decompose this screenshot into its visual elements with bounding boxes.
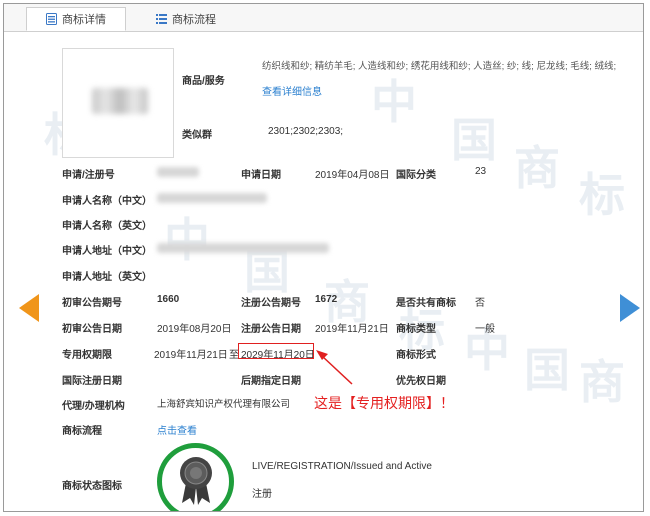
later-date-label: 后期指定日期 (241, 376, 301, 387)
mark-form-label: 商标形式 (396, 350, 436, 361)
reg-pub-date-label: 注册公告日期 (241, 324, 301, 335)
annotation-text: 这是【专用权期限】！ (314, 396, 454, 412)
status-text-cn: 注册 (252, 489, 272, 500)
process-label: 商标流程 (62, 426, 102, 437)
watermark-char: 商 (514, 141, 560, 195)
trademark-image-blurred (92, 88, 148, 114)
goods-detail-link[interactable]: 查看详细信息 (262, 83, 322, 98)
agent-value: 上海舒宾知识产权代理有限公司 (157, 399, 291, 410)
similar-group-label: 类似群 (182, 130, 212, 141)
priority-date-label: 优先权日期 (396, 376, 446, 387)
address-cn-label: 申请人地址（中文） (62, 246, 152, 257)
goods-label: 商品/服务 (182, 76, 225, 87)
exclusive-start: 2019年11月21日 (154, 350, 228, 361)
exclusive-end-highlight-box (238, 343, 314, 359)
mark-type-label: 商标类型 (396, 324, 436, 335)
watermark-char: 国 (451, 113, 497, 167)
prelim-date-label: 初审公告日期 (62, 324, 122, 335)
watermark-char: 商 (579, 355, 625, 409)
applicant-cn-blurred (157, 193, 267, 203)
address-cn-blurred (157, 243, 329, 253)
document-icon (46, 13, 57, 25)
reg-pub-date-value: 2019年11月21日 (315, 324, 389, 335)
reg-no-blurred (157, 167, 199, 177)
tab-trademark-process[interactable]: 商标流程 (156, 7, 216, 31)
watermark-char: 国 (524, 343, 570, 397)
mark-type-value: 一般 (475, 324, 495, 335)
app-date-label: 申请日期 (241, 170, 281, 181)
reg-no-label: 申请/注册号 (62, 170, 115, 181)
watermark-char: 标 (579, 168, 625, 222)
reg-pub-no-label: 注册公告期号 (241, 298, 301, 309)
prelim-no-value: 1660 (157, 294, 180, 305)
address-en-label: 申请人地址（英文） (62, 272, 152, 283)
exclusive-label: 专用权期限 (62, 350, 112, 361)
prelim-date-value: 2019年08月20日 (157, 324, 232, 335)
applicant-cn-label: 申请人名称（中文） (62, 196, 152, 207)
status-text-en: LIVE/REGISTRATION/Issued and Active (252, 461, 432, 472)
award-rosette-icon (180, 457, 212, 505)
list-icon (156, 14, 167, 24)
intl-class-value: 23 (475, 166, 487, 177)
tab-trademark-detail[interactable]: 商标详情 (26, 7, 126, 31)
applicant-en-label: 申请人名称（英文） (62, 221, 152, 232)
watermark-char: 中 (164, 213, 210, 267)
watermark-char: 中 (371, 75, 417, 129)
app-date-value: 2019年04月08日 (315, 170, 390, 181)
next-arrow-icon[interactable] (620, 294, 640, 322)
prelim-no-label: 初审公告期号 (62, 298, 122, 309)
previous-arrow-icon[interactable] (19, 294, 39, 322)
shared-value: 否 (475, 298, 485, 309)
tab-label: 商标流程 (172, 14, 216, 26)
trademark-detail-panel: 中 国 商 标 中 国 商 标 中 国 商 标 商标详情 (3, 3, 644, 512)
status-icon-label: 商标状态图标 (62, 481, 122, 492)
shared-label: 是否共有商标 (396, 298, 456, 309)
goods-value: 纺织线和纱; 精纺羊毛; 人造线和纱; 绣花用线和纱; 人造丝; 纱; 线; 尼… (262, 61, 617, 72)
intl-class-label: 国际分类 (396, 170, 436, 181)
intl-reg-date-label: 国际注册日期 (62, 376, 122, 387)
similar-group-value: 2301;2302;2303; (268, 126, 344, 137)
agent-label: 代理/办理机构 (62, 401, 125, 412)
reg-pub-no-value: 1672 (315, 294, 338, 305)
process-view-link[interactable]: 点击查看 (157, 422, 197, 437)
tab-label: 商标详情 (62, 14, 106, 26)
tab-bar: 商标详情 商标流程 (4, 4, 643, 32)
